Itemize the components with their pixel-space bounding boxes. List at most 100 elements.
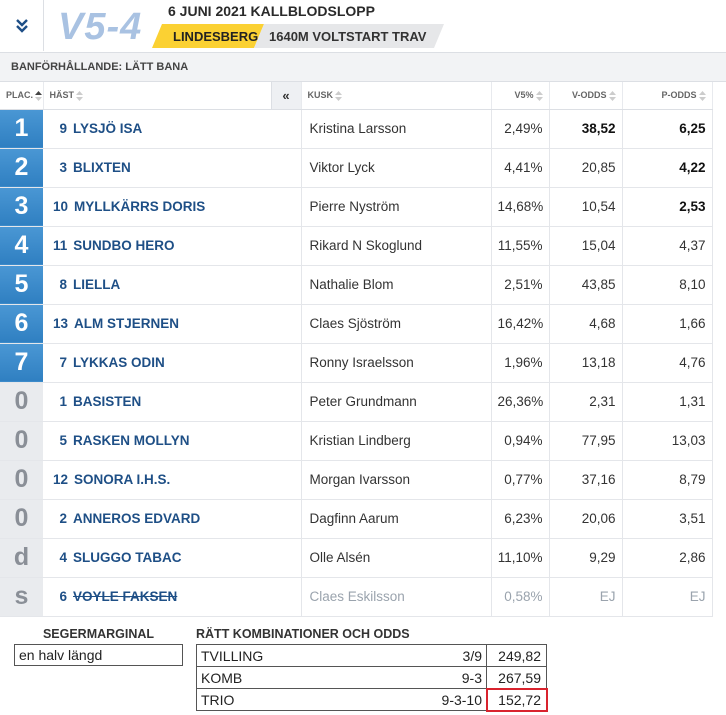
horse-name: LIELLA <box>73 277 121 292</box>
combination-name: TRIO <box>196 688 407 711</box>
horse-cell[interactable]: 3 BLIXTEN <box>43 148 302 188</box>
v5pct-cell: 11,10% <box>491 538 550 578</box>
col-header-vodds[interactable]: V-ODDS <box>549 82 623 110</box>
table-row[interactable]: 2 3 BLIXTEN Viktor Lyck 4,41% 20,85 4,22 <box>0 148 713 188</box>
table-row[interactable]: 5 8 LIELLA Nathalie Blom 2,51% 43,85 8,10 <box>0 265 713 305</box>
table-row[interactable]: 3 10 MYLLKÄRRS DORIS Pierre Nyström 14,68… <box>0 187 713 227</box>
start-number: 6 <box>59 589 67 604</box>
podds-cell: 8,10 <box>622 265 713 305</box>
collapse-button[interactable] <box>0 0 44 51</box>
horse-name: BASISTEN <box>73 394 142 409</box>
col-header-place[interactable]: PLAC. <box>0 82 44 110</box>
table-row[interactable]: 0 12 SONORA I.H.S. Morgan Ivarsson 0,77% … <box>0 460 713 500</box>
place-cell: 1 <box>0 109 43 149</box>
horse-cell[interactable]: 12 SONORA I.H.S. <box>43 460 302 500</box>
start-number: 10 <box>53 199 69 214</box>
table-row[interactable]: 4 11 SUNDBO HERO Rikard N Skoglund 11,55%… <box>0 226 713 266</box>
vodds-cell: 77,95 <box>549 421 623 461</box>
driver-cell: Morgan Ivarsson <box>301 460 492 500</box>
v5pct-cell: 16,42% <box>491 304 550 344</box>
combination-pattern: 3/9 <box>406 644 487 667</box>
v5pct-cell: 0,94% <box>491 421 550 461</box>
col-header-horse[interactable]: HÄST « <box>43 82 302 110</box>
results-table: PLAC. HÄST « KUSK V5% V-ODDS P-ODDS 1 9 LY… <box>0 82 713 617</box>
vodds-cell: 37,16 <box>549 460 623 500</box>
col-header-v5pct[interactable]: V5% <box>491 82 550 110</box>
v5pct-cell: 14,68% <box>491 187 550 227</box>
place-cell: 3 <box>0 187 43 227</box>
sort-icon <box>335 90 343 101</box>
start-number: 8 <box>59 277 67 292</box>
podds-cell: 3,51 <box>622 499 713 539</box>
start-number: 9 <box>59 121 67 136</box>
table-row[interactable]: 1 9 LYSJÖ ISA Kristina Larsson 2,49% 38,5… <box>0 109 713 149</box>
horse-cell[interactable]: 13 ALM STJERNEN <box>43 304 302 344</box>
table-row[interactable]: 7 7 LYKKAS ODIN Ronny Israelsson 1,96% 13… <box>0 343 713 383</box>
horse-cell[interactable]: 11 SUNDBO HERO <box>43 226 302 266</box>
horse-name: MYLLKÄRRS DORIS <box>74 199 206 214</box>
combination-pattern: 9-3-10 <box>406 688 487 711</box>
driver-cell: Olle Alsén <box>301 538 492 578</box>
podds-cell: 8,79 <box>622 460 713 500</box>
start-number: 12 <box>53 472 69 487</box>
track-conditions: BANFÖRHÅLLANDE: LÄTT BANA <box>0 52 726 82</box>
race-title: 6 JUNI 2021 KALLBLODSLOPP <box>168 3 375 19</box>
vodds-cell: 9,29 <box>549 538 623 578</box>
vodds-cell: 20,85 <box>549 148 623 188</box>
podds-cell: 2,86 <box>622 538 713 578</box>
game-logo: V5-4 <box>58 6 143 48</box>
start-number: 5 <box>59 433 67 448</box>
horse-cell[interactable]: 8 LIELLA <box>43 265 302 305</box>
driver-cell: Rikard N Skoglund <box>301 226 492 266</box>
driver-cell: Ronny Israelsson <box>301 343 492 383</box>
v5pct-cell: 11,55% <box>491 226 550 266</box>
table-row[interactable]: d 4 SLUGGO TABAC Olle Alsén 11,10% 9,29 2… <box>0 538 713 578</box>
sort-icon <box>35 90 42 101</box>
vodds-cell: 43,85 <box>549 265 623 305</box>
horse-cell[interactable]: 10 MYLLKÄRRS DORIS <box>43 187 302 227</box>
podds-cell: 6,25 <box>622 109 713 149</box>
vodds-cell: 13,18 <box>549 343 623 383</box>
v5pct-cell: 0,77% <box>491 460 550 500</box>
horse-name: LYKKAS ODIN <box>73 355 165 370</box>
horse-cell[interactable]: 5 RASKEN MOLLYN <box>43 421 302 461</box>
table-row[interactable]: 0 5 RASKEN MOLLYN Kristian Lindberg 0,94%… <box>0 421 713 461</box>
horse-cell[interactable]: 4 SLUGGO TABAC <box>43 538 302 578</box>
track-badge: LINDESBERG <box>152 24 264 48</box>
combinations-block: RÄTT KOMBINATIONER OCH ODDS TVILLING 3/9… <box>196 626 548 712</box>
expand-columns-button[interactable]: « <box>270 82 301 109</box>
podds-cell: 4,76 <box>622 343 713 383</box>
col-header-podds[interactable]: P-ODDS <box>622 82 713 110</box>
v5pct-cell: 1,96% <box>491 343 550 383</box>
v5pct-cell: 2,49% <box>491 109 550 149</box>
col-header-driver[interactable]: KUSK <box>301 82 492 110</box>
place-cell: 0 <box>0 460 43 500</box>
podds-cell: 13,03 <box>622 421 713 461</box>
place-cell: 5 <box>0 265 43 305</box>
podds-cell: 2,53 <box>622 187 713 227</box>
combination-odds-highlighted: 152,72 <box>485 687 548 712</box>
place-cell: 0 <box>0 382 43 422</box>
v5pct-cell: 26,36% <box>491 382 550 422</box>
table-row[interactable]: 6 13 ALM STJERNEN Claes Sjöström 16,42% 4… <box>0 304 713 344</box>
start-number: 3 <box>59 160 67 175</box>
horse-cell[interactable]: 1 BASISTEN <box>43 382 302 422</box>
horse-cell[interactable]: 6 VOYLE FAKSEN <box>43 577 302 617</box>
v5pct-cell: 4,41% <box>491 148 550 188</box>
table-row[interactable]: 0 2 ANNEROS EDVARD Dagfinn Aarum 6,23% 20… <box>0 499 713 539</box>
driver-cell: Peter Grundmann <box>301 382 492 422</box>
v5pct-cell: 6,23% <box>491 499 550 539</box>
start-number: 13 <box>53 316 69 331</box>
horse-cell[interactable]: 9 LYSJÖ ISA <box>43 109 302 149</box>
vodds-cell: 20,06 <box>549 499 623 539</box>
horse-name: SUNDBO HERO <box>73 238 175 253</box>
table-row[interactable]: s 6 VOYLE FAKSEN Claes Eskilsson 0,58% EJ… <box>0 577 713 617</box>
combination-row: KOMB 9-3 267,59 <box>196 666 547 689</box>
sort-icon <box>698 90 706 101</box>
horse-cell[interactable]: 7 LYKKAS ODIN <box>43 343 302 383</box>
combination-odds: 267,59 <box>486 666 547 689</box>
table-row[interactable]: 0 1 BASISTEN Peter Grundmann 26,36% 2,31 … <box>0 382 713 422</box>
combination-odds: 249,82 <box>486 644 547 667</box>
podds-cell: EJ <box>622 577 713 617</box>
horse-cell[interactable]: 2 ANNEROS EDVARD <box>43 499 302 539</box>
